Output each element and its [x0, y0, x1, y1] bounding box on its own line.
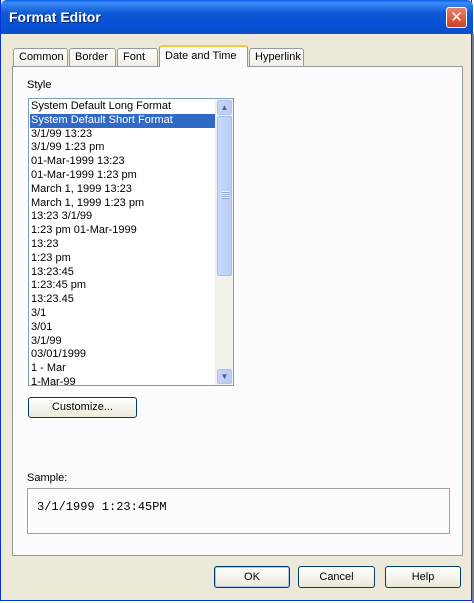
list-item[interactable]: 1-Mar-99: [30, 376, 215, 385]
cancel-button[interactable]: Cancel: [298, 566, 375, 588]
customize-button[interactable]: Customize...: [28, 397, 137, 418]
list-item[interactable]: 3/1/99 13:23: [30, 128, 215, 142]
list-item[interactable]: 1 - Mar: [30, 362, 215, 376]
tab-hyperlink[interactable]: Hyperlink: [249, 48, 304, 66]
list-item[interactable]: 13:23 3/1/99: [30, 210, 215, 224]
tab-border[interactable]: Border: [69, 48, 116, 66]
help-button[interactable]: Help: [385, 566, 461, 588]
scroll-up-arrow-icon[interactable]: ▲: [217, 100, 232, 115]
list-item[interactable]: System Default Long Format: [30, 100, 215, 114]
list-item[interactable]: 03/01/1999: [30, 348, 215, 362]
sample-value: 3/1/1999 1:23:45PM: [37, 500, 167, 514]
sample-label: Sample:: [27, 472, 68, 484]
format-editor-dialog: Format Editor ✕ Common Border Font Date …: [0, 0, 473, 601]
list-item[interactable]: 3/1/99: [30, 335, 215, 349]
list-item[interactable]: 3/1/99 1:23 pm: [30, 141, 215, 155]
grip-icon: [222, 191, 229, 199]
list-item[interactable]: 1:23:45 pm: [30, 279, 215, 293]
list-item[interactable]: System Default Short Format: [30, 113, 215, 128]
list-item[interactable]: 1:23 pm 01-Mar-1999: [30, 224, 215, 238]
style-label: Style: [27, 79, 52, 91]
tab-date-and-time[interactable]: Date and Time: [159, 45, 248, 67]
list-item[interactable]: 3/1: [30, 307, 215, 321]
style-scrollbar[interactable]: ▲ ▼: [215, 99, 233, 385]
ok-button[interactable]: OK: [214, 566, 290, 588]
tab-common[interactable]: Common: [13, 48, 68, 66]
list-item[interactable]: 13:23:45: [30, 266, 215, 280]
style-list: System Default Long Format System Default…: [30, 100, 215, 385]
style-listbox[interactable]: System Default Long Format System Default…: [28, 98, 234, 386]
close-icon[interactable]: ✕: [446, 7, 467, 28]
list-item[interactable]: 1:23 pm: [30, 252, 215, 266]
list-item[interactable]: March 1, 1999 13:23: [30, 183, 215, 197]
date-time-panel: Style System Default Long Format System D…: [12, 66, 463, 556]
list-item[interactable]: 13:23.45: [30, 293, 215, 307]
list-item[interactable]: 01-Mar-1999 1:23 pm: [30, 169, 215, 183]
list-item[interactable]: 3/01: [30, 321, 215, 335]
title-bar[interactable]: Format Editor ✕: [1, 0, 473, 34]
list-item[interactable]: 01-Mar-1999 13:23: [30, 155, 215, 169]
scroll-thumb[interactable]: [217, 116, 232, 276]
scroll-down-arrow-icon[interactable]: ▼: [217, 369, 232, 384]
tab-font[interactable]: Font: [117, 48, 158, 66]
list-item[interactable]: 13:23: [30, 238, 215, 252]
list-item[interactable]: March 1, 1999 1:23 pm: [30, 197, 215, 211]
window-title: Format Editor: [9, 9, 101, 25]
sample-box: 3/1/1999 1:23:45PM: [27, 488, 450, 534]
